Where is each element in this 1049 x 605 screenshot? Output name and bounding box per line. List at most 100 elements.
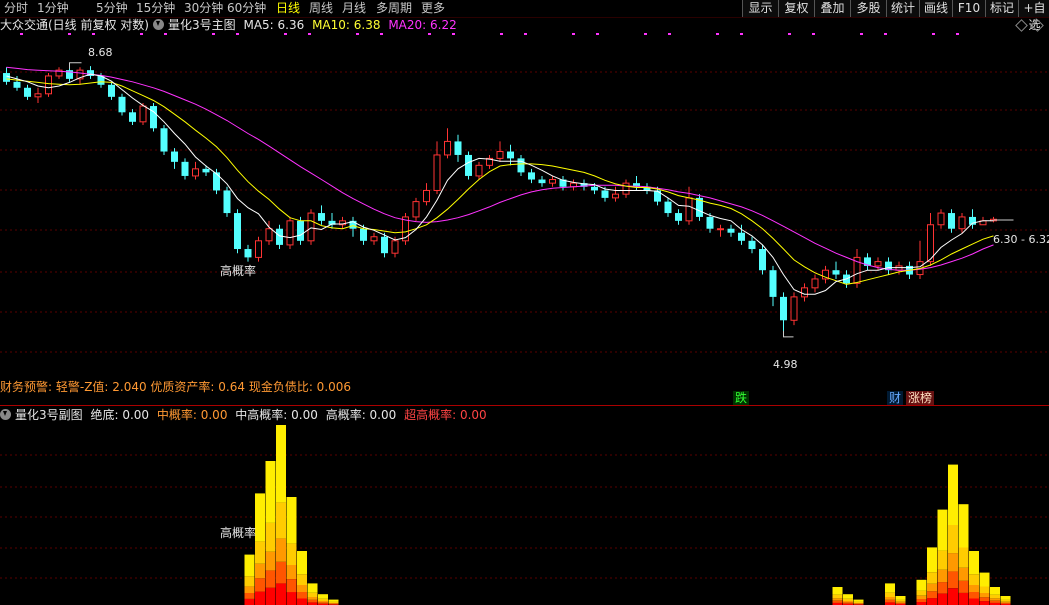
candle-body-down xyxy=(276,228,283,245)
candle-body-down xyxy=(150,106,157,129)
candle-body-down xyxy=(601,190,609,198)
probability-bar xyxy=(307,597,318,600)
probability-bar xyxy=(1000,602,1011,604)
sub-indicator-dropdown-icon[interactable] xyxy=(0,409,11,420)
candle-body-up xyxy=(391,240,399,254)
probability-bar xyxy=(255,563,265,579)
candle-body-down xyxy=(675,213,682,221)
probability-bar xyxy=(286,565,297,579)
probability-bar xyxy=(265,461,276,523)
candle-body-up xyxy=(444,140,451,156)
tag-zhang[interactable]: 涨榜 xyxy=(906,391,935,406)
probability-bar xyxy=(832,600,843,603)
probability-bar xyxy=(990,587,1000,595)
probability-bar xyxy=(318,601,328,603)
event-marker xyxy=(812,33,815,35)
probability-bar xyxy=(948,525,958,554)
probability-bar xyxy=(958,547,969,568)
probability-bar xyxy=(990,598,1000,601)
candle-body-down xyxy=(3,73,10,82)
event-marker xyxy=(68,33,71,35)
candle-body-down xyxy=(454,141,462,155)
event-marker xyxy=(572,33,575,35)
probability-bar xyxy=(297,551,307,575)
main-signal-label: 高概率 xyxy=(220,264,257,278)
candle-body-up xyxy=(937,212,945,226)
probability-bar xyxy=(958,504,969,548)
candle-body-up xyxy=(139,105,147,123)
low-pointer xyxy=(783,330,794,338)
candle-body-down xyxy=(223,190,231,214)
sub-info-line: 量化3号副图 绝底: 0.00 中概率: 0.00 中高概率: 0.00 高概率… xyxy=(0,407,491,423)
candle-body-down xyxy=(507,151,514,159)
probability-bar xyxy=(916,599,927,602)
tag-die[interactable]: 跌 xyxy=(733,391,750,406)
tag-cai[interactable]: 财 xyxy=(887,391,904,406)
candle-body-up xyxy=(370,236,378,242)
candle-body-down xyxy=(748,240,756,250)
candle-body-down xyxy=(780,296,787,321)
probability-bar xyxy=(318,602,328,604)
probability-bar xyxy=(979,601,990,605)
probability-bar xyxy=(969,574,979,585)
event-marker xyxy=(356,33,359,35)
probability-bar xyxy=(853,599,864,602)
candle-body-up xyxy=(255,240,262,258)
candle-body-up xyxy=(192,168,199,177)
jue-di-value: 绝底: 0.00 xyxy=(90,408,150,422)
probability-bar xyxy=(895,601,906,603)
probability-bar xyxy=(969,585,979,592)
probability-bar xyxy=(286,579,297,593)
probability-bar xyxy=(265,551,276,571)
probability-bar xyxy=(916,595,927,599)
probability-bar xyxy=(948,588,958,605)
probability-bar xyxy=(979,572,990,587)
probability-bar xyxy=(1000,599,1011,602)
probability-bar xyxy=(885,599,895,603)
probability-bar xyxy=(307,599,318,603)
probability-bar xyxy=(853,603,864,604)
candle-body-up xyxy=(45,75,52,95)
event-marker xyxy=(140,33,143,35)
probability-bar xyxy=(885,597,895,600)
probability-bar xyxy=(937,509,948,551)
probability-bar xyxy=(927,572,937,584)
ma20-line xyxy=(6,66,994,271)
candle-body-down xyxy=(948,213,955,229)
candle-body-down xyxy=(118,96,126,113)
candle-body-down xyxy=(202,168,210,173)
kline-chart[interactable] xyxy=(0,0,1049,605)
candle-body-up xyxy=(286,220,294,246)
candle-body-up xyxy=(622,182,630,195)
event-marker xyxy=(596,33,599,35)
event-marker xyxy=(164,33,167,35)
candle-body-down xyxy=(538,179,546,184)
probability-bar xyxy=(297,598,307,605)
candle-body-up xyxy=(801,287,808,298)
probability-bar xyxy=(276,538,286,562)
probability-bar xyxy=(276,502,286,539)
event-marker xyxy=(884,33,887,35)
event-marker xyxy=(212,33,215,35)
candle-body-down xyxy=(664,201,672,214)
probability-bar xyxy=(843,601,853,603)
sub-indicator-name[interactable]: 量化3号副图 xyxy=(15,408,83,422)
candle-body-down xyxy=(654,190,661,202)
probability-bar xyxy=(885,592,895,597)
event-marker xyxy=(956,33,959,35)
probability-bar xyxy=(832,598,843,601)
candle-body-up xyxy=(685,197,693,222)
probability-bar xyxy=(276,561,286,584)
candle-body-up xyxy=(433,154,441,191)
probability-bar xyxy=(843,594,853,599)
sub-signal-label: 高概率 xyxy=(220,526,257,540)
probability-bar xyxy=(297,585,307,592)
candle-body-up xyxy=(874,261,882,267)
candle-body-up xyxy=(423,189,430,203)
probability-bar xyxy=(286,592,297,605)
probability-bar xyxy=(916,590,927,596)
event-marker xyxy=(524,33,527,35)
probability-bar xyxy=(927,591,937,599)
probability-bar xyxy=(927,547,937,573)
probability-bar xyxy=(265,587,276,605)
